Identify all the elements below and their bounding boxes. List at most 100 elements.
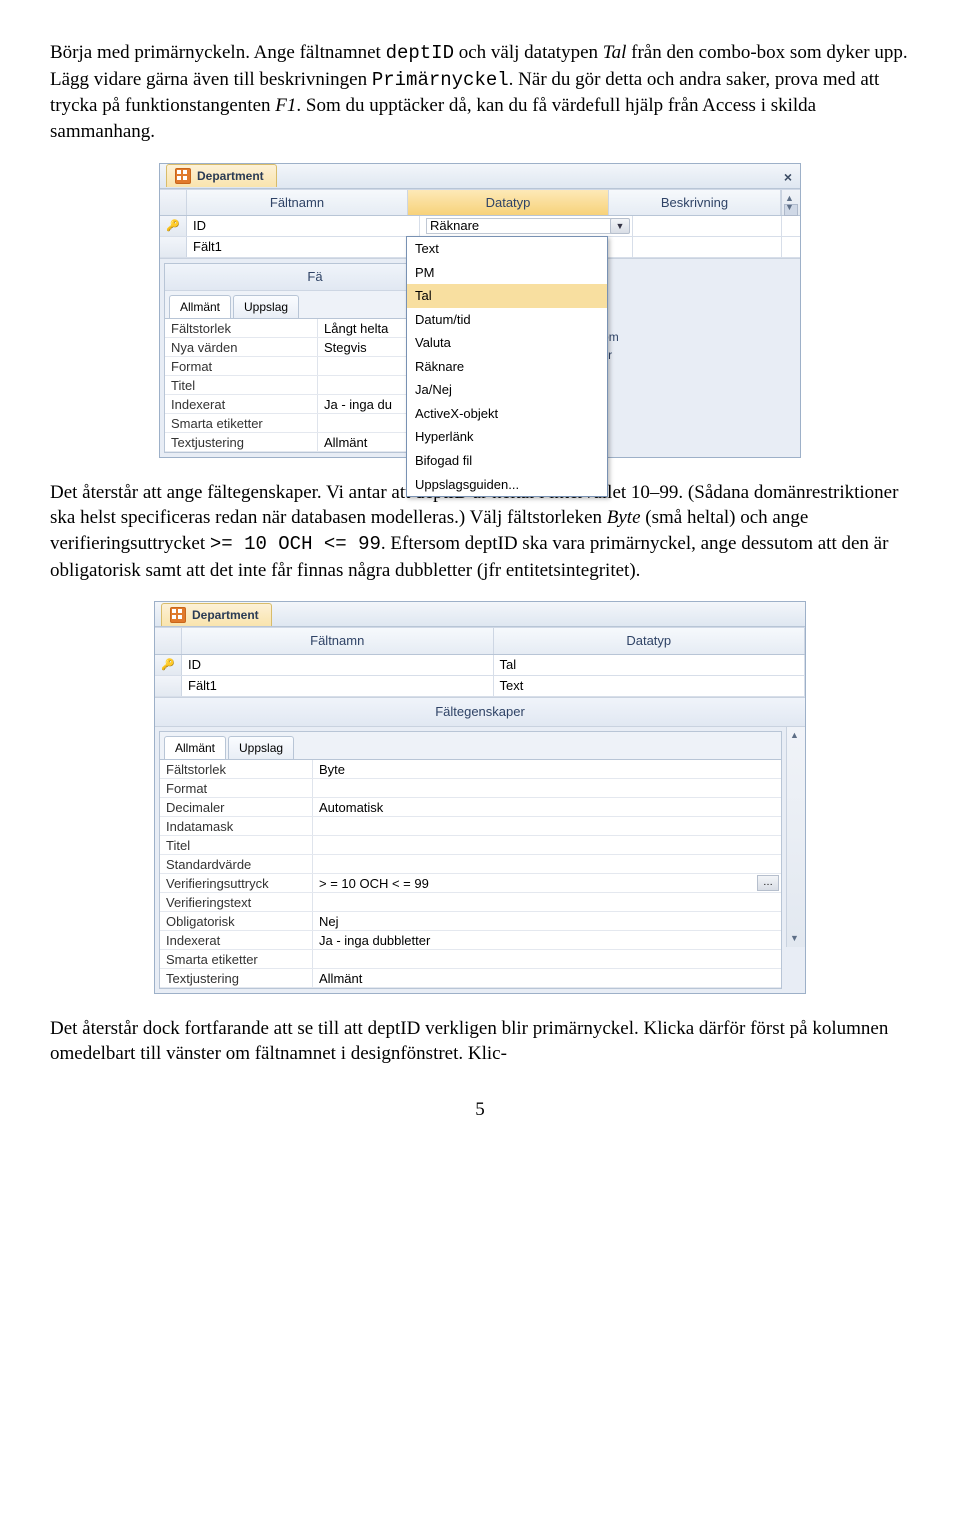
field-type-cell[interactable]: Räknare ▼ bbox=[420, 216, 633, 236]
datatype-combo[interactable]: Räknare ▼ bbox=[426, 218, 626, 234]
property-value[interactable]: Ja - inga dubbletter bbox=[313, 931, 781, 949]
table-icon bbox=[170, 607, 186, 623]
code: Primärnyckel bbox=[372, 69, 509, 91]
property-name: Verifieringstext bbox=[160, 893, 313, 911]
property-row[interactable]: ObligatoriskNej bbox=[160, 912, 781, 931]
scroll-down-icon[interactable]: ▼ bbox=[790, 932, 799, 944]
property-value[interactable] bbox=[313, 817, 781, 835]
property-name: Textjustering bbox=[165, 433, 318, 451]
datatype-dropdown[interactable]: Text PM Tal Datum/tid Valuta Räknare Ja/… bbox=[406, 236, 608, 497]
header-description[interactable]: Beskrivning bbox=[609, 190, 781, 216]
field-grid: ID Räknare ▼ Fält1 Text PM Tal Datum/tid… bbox=[160, 216, 800, 258]
field-name-cell[interactable]: Fält1 bbox=[187, 237, 420, 257]
header-datatype[interactable]: Datatyp bbox=[494, 628, 806, 654]
property-name: Fältstorlek bbox=[165, 319, 318, 337]
page-number: 5 bbox=[50, 1097, 910, 1123]
property-name: Decimaler bbox=[160, 798, 313, 816]
field-name-cell[interactable]: Fält1 bbox=[182, 676, 494, 696]
field-type-cell[interactable]: Tal bbox=[494, 655, 806, 675]
dropdown-option[interactable]: ActiveX-objekt bbox=[407, 402, 607, 426]
property-value[interactable] bbox=[313, 836, 781, 854]
tab-general[interactable]: Allmänt bbox=[164, 736, 226, 759]
dropdown-option[interactable]: PM bbox=[407, 261, 607, 285]
property-row[interactable]: Verifieringsuttryck> = 10 OCH < = 99… bbox=[160, 874, 781, 893]
column-headers: Fältnamn Datatyp bbox=[155, 627, 805, 655]
property-value[interactable] bbox=[313, 893, 781, 911]
property-name: Obligatorisk bbox=[160, 912, 313, 930]
property-value[interactable] bbox=[313, 779, 781, 797]
dropdown-option[interactable]: Uppslagsguiden... bbox=[407, 473, 607, 497]
dropdown-option[interactable]: Räknare bbox=[407, 355, 607, 379]
table-tab[interactable]: Department bbox=[161, 603, 272, 626]
description-cell[interactable] bbox=[633, 237, 782, 257]
header-datatype[interactable]: Datatyp bbox=[408, 190, 609, 216]
chevron-down-icon[interactable]: ▼ bbox=[610, 218, 630, 234]
property-value[interactable] bbox=[313, 855, 781, 873]
property-value[interactable] bbox=[313, 950, 781, 968]
property-row[interactable]: IndexeratJa - inga dubbletter bbox=[160, 931, 781, 950]
property-name: Indexerat bbox=[160, 931, 313, 949]
header-fieldname[interactable]: Fältnamn bbox=[187, 190, 408, 216]
dropdown-option[interactable]: Bifogad fil bbox=[407, 449, 607, 473]
close-icon[interactable]: × bbox=[784, 168, 792, 187]
property-value[interactable]: Byte bbox=[313, 760, 781, 778]
property-value[interactable]: Automatisk bbox=[313, 798, 781, 816]
property-row[interactable]: Indatamask bbox=[160, 817, 781, 836]
field-name-cell[interactable]: ID bbox=[182, 655, 494, 675]
property-grid: FältstorlekByte Format DecimalerAutomati… bbox=[160, 759, 781, 988]
tab-lookup[interactable]: Uppslag bbox=[233, 295, 299, 318]
property-row[interactable]: Format bbox=[160, 779, 781, 798]
paragraph-3: Det återstår dock fortfarande att se til… bbox=[50, 1016, 910, 1067]
dropdown-option[interactable]: Datum/tid bbox=[407, 308, 607, 332]
primary-key-icon[interactable] bbox=[155, 655, 182, 675]
properties-pane: Allmänt Uppslag FältstorlekByte Format D… bbox=[159, 731, 782, 989]
dropdown-option[interactable]: Valuta bbox=[407, 331, 607, 355]
field-row[interactable]: ID Räknare ▼ bbox=[160, 216, 800, 237]
table-tab[interactable]: Department bbox=[166, 164, 277, 187]
property-row[interactable]: TextjusteringAllmänt bbox=[160, 969, 781, 988]
italic: Tal bbox=[603, 42, 627, 63]
field-name-cell[interactable]: ID bbox=[187, 216, 420, 236]
column-headers: Fältnamn Datatyp Beskrivning ▲ ▼ bbox=[160, 189, 800, 217]
property-value[interactable]: Nej bbox=[313, 912, 781, 930]
vertical-scrollbar[interactable]: ▲ ▼ bbox=[781, 190, 800, 216]
property-row[interactable]: Standardvärde bbox=[160, 855, 781, 874]
property-row[interactable]: Smarta etiketter bbox=[160, 950, 781, 969]
row-selector[interactable] bbox=[155, 676, 182, 696]
dropdown-option[interactable]: Hyperlänk bbox=[407, 425, 607, 449]
dropdown-option[interactable]: Text bbox=[407, 237, 607, 261]
scroll-down-icon[interactable]: ▼ bbox=[785, 201, 794, 213]
row-selector-header[interactable] bbox=[155, 628, 182, 654]
row-selector[interactable] bbox=[160, 237, 187, 257]
dropdown-option-selected[interactable]: Tal bbox=[407, 284, 607, 308]
dropdown-option[interactable]: Ja/Nej bbox=[407, 378, 607, 402]
field-row[interactable]: Fält1 Text bbox=[155, 676, 805, 697]
primary-key-icon[interactable] bbox=[160, 216, 187, 236]
property-name: Smarta etiketter bbox=[165, 414, 318, 432]
value-text: > = 10 OCH < = 99 bbox=[319, 876, 429, 891]
property-name: Indatamask bbox=[160, 817, 313, 835]
field-type-cell[interactable]: Text bbox=[494, 676, 806, 696]
property-name: Titel bbox=[165, 376, 318, 394]
property-row[interactable]: Titel bbox=[160, 836, 781, 855]
property-name: Textjustering bbox=[160, 969, 313, 987]
builder-button[interactable]: … bbox=[757, 875, 779, 891]
property-row[interactable]: FältstorlekByte bbox=[160, 760, 781, 779]
tab-lookup[interactable]: Uppslag bbox=[228, 736, 294, 759]
field-row[interactable]: ID Tal bbox=[155, 655, 805, 676]
property-name: Format bbox=[160, 779, 313, 797]
header-fieldname[interactable]: Fältnamn bbox=[182, 628, 494, 654]
row-selector-header[interactable] bbox=[160, 190, 187, 216]
scroll-up-icon[interactable]: ▲ bbox=[790, 729, 799, 741]
paragraph-1: Börja med primärnyckeln. Ange fältnamnet… bbox=[50, 40, 910, 145]
description-cell[interactable] bbox=[633, 216, 782, 236]
property-name: Format bbox=[165, 357, 318, 375]
tab-general[interactable]: Allmänt bbox=[169, 295, 231, 318]
property-row[interactable]: Verifieringstext bbox=[160, 893, 781, 912]
text: och välj datatypen bbox=[454, 42, 603, 63]
property-value[interactable]: Allmänt bbox=[313, 969, 781, 987]
property-row[interactable]: DecimalerAutomatisk bbox=[160, 798, 781, 817]
property-value[interactable]: > = 10 OCH < = 99 … bbox=[313, 874, 781, 892]
property-name: Titel bbox=[160, 836, 313, 854]
vertical-scrollbar[interactable]: ▲ ▼ bbox=[786, 727, 805, 947]
